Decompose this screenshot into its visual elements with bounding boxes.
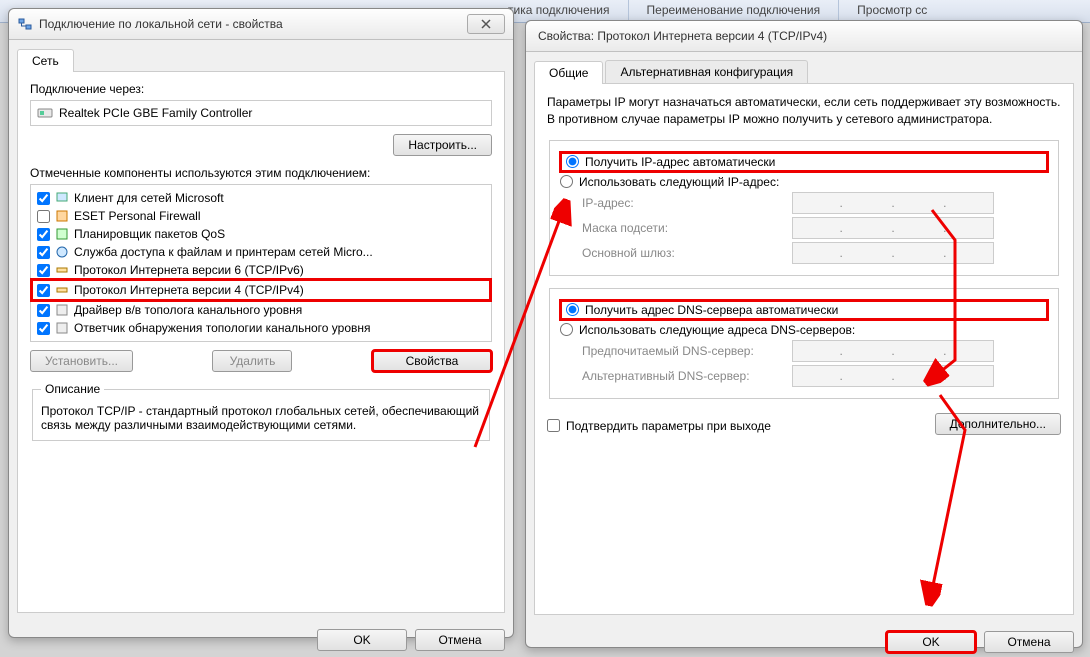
radio-dns-auto[interactable] xyxy=(566,303,579,316)
radio-label: Получить адрес DNS-сервера автоматически xyxy=(585,303,838,317)
component-checkbox[interactable] xyxy=(37,192,50,205)
dns1-label: Предпочитаемый DNS-сервер: xyxy=(582,344,792,358)
gateway-row: Основной шлюз: ... xyxy=(582,242,1048,264)
description-legend: Описание xyxy=(41,382,104,396)
description-text: Протокол TCP/IP - стандартный протокол г… xyxy=(41,404,481,432)
remove-button[interactable]: Удалить xyxy=(212,350,292,372)
tab-network[interactable]: Сеть xyxy=(17,49,74,72)
dns2-row: Альтернативный DNS-сервер: ... xyxy=(582,365,1048,387)
confirm-on-exit-checkbox[interactable] xyxy=(547,419,560,432)
radio-label: Использовать следующие адреса DNS-сервер… xyxy=(579,323,855,337)
adapter-box[interactable]: Realtek PCIe GBE Family Controller xyxy=(30,100,492,126)
lan-properties-window: Подключение по локальной сети - свойства… xyxy=(8,8,514,638)
tab-alternate[interactable]: Альтернативная конфигурация xyxy=(605,60,808,83)
ipv6-icon xyxy=(54,262,70,278)
component-row[interactable]: Служба доступа к файлам и принтерам сете… xyxy=(31,243,491,261)
radio-label: Получить IP-адрес автоматически xyxy=(585,155,775,169)
radio-dns-auto-row[interactable]: Получить адрес DNS-сервера автоматически xyxy=(560,300,1048,320)
component-row[interactable]: Ответчик обнаружения топологии канальног… xyxy=(31,319,491,337)
qos-icon xyxy=(54,226,70,242)
subnet-mask-input[interactable]: ... xyxy=(792,217,994,239)
tab-general[interactable]: Общие xyxy=(534,61,603,84)
radio-ip-auto[interactable] xyxy=(566,155,579,168)
radio-ip-auto-row[interactable]: Получить IP-адрес автоматически xyxy=(560,152,1048,172)
components-list: Клиент для сетей Microsoft ESET Personal… xyxy=(30,184,492,342)
component-checkbox[interactable] xyxy=(37,264,50,277)
client-icon xyxy=(54,190,70,206)
ok-button[interactable]: OK xyxy=(886,631,976,653)
close-button[interactable] xyxy=(467,14,505,34)
component-label: Протокол Интернета версии 4 (TCP/IPv4) xyxy=(74,283,304,297)
confirm-on-exit-row[interactable]: Подтвердить параметры при выходе xyxy=(547,419,771,433)
connect-via-label: Подключение через: xyxy=(30,82,492,96)
ribbon-item[interactable]: Переименование подключения xyxy=(629,0,840,22)
radio-label: Использовать следующий IP-адрес: xyxy=(579,175,779,189)
dns2-input[interactable]: ... xyxy=(792,365,994,387)
component-checkbox[interactable] xyxy=(37,304,50,317)
dns1-input[interactable]: ... xyxy=(792,340,994,362)
component-checkbox[interactable] xyxy=(37,322,50,335)
component-row[interactable]: Планировщик пакетов QoS xyxy=(31,225,491,243)
component-row[interactable]: ESET Personal Firewall xyxy=(31,207,491,225)
component-label: Протокол Интернета версии 6 (TCP/IPv6) xyxy=(74,263,304,277)
ip-address-label: IP-адрес: xyxy=(582,196,792,210)
network-icon xyxy=(17,16,33,32)
radio-ip-manual-row[interactable]: Использовать следующий IP-адрес: xyxy=(560,175,1048,189)
advanced-button[interactable]: Дополнительно... xyxy=(935,413,1061,435)
component-label: Служба доступа к файлам и принтерам сете… xyxy=(74,245,373,259)
component-checkbox[interactable] xyxy=(37,246,50,259)
dns2-label: Альтернативный DNS-сервер: xyxy=(582,369,792,383)
dns1-row: Предпочитаемый DNS-сервер: ... xyxy=(582,340,1048,362)
component-checkbox[interactable] xyxy=(37,210,50,223)
info-text: Параметры IP могут назначаться автоматич… xyxy=(547,94,1061,128)
ipv4-properties-window: Свойства: Протокол Интернета версии 4 (T… xyxy=(525,20,1083,648)
component-row[interactable]: Драйвер в/в тополога канального уровня xyxy=(31,301,491,319)
properties-button[interactable]: Свойства xyxy=(372,350,492,372)
ipv4-icon xyxy=(54,282,70,298)
cancel-button[interactable]: Отмена xyxy=(415,629,505,651)
radio-dns-manual[interactable] xyxy=(560,323,573,336)
gateway-label: Основной шлюз: xyxy=(582,246,792,260)
dns-settings-group: Получить адрес DNS-сервера автоматически… xyxy=(549,288,1059,399)
component-label: Драйвер в/в тополога канального уровня xyxy=(74,303,302,317)
component-row-ipv4[interactable]: Протокол Интернета версии 4 (TCP/IPv4) xyxy=(31,279,491,301)
component-label: ESET Personal Firewall xyxy=(74,209,201,223)
close-icon xyxy=(481,19,491,29)
share-icon xyxy=(54,244,70,260)
ip-settings-group: Получить IP-адрес автоматически Использо… xyxy=(549,140,1059,276)
install-button[interactable]: Установить... xyxy=(30,350,133,372)
cancel-button[interactable]: Отмена xyxy=(984,631,1074,653)
description-group: Описание Протокол TCP/IP - стандартный п… xyxy=(32,382,490,441)
component-row[interactable]: Протокол Интернета версии 6 (TCP/IPv6) xyxy=(31,261,491,279)
gateway-input[interactable]: ... xyxy=(792,242,994,264)
window-title: Подключение по локальной сети - свойства xyxy=(39,17,467,31)
configure-button[interactable]: Настроить... xyxy=(393,134,492,156)
confirm-on-exit-label: Подтвердить параметры при выходе xyxy=(566,419,771,433)
adapter-name: Realtek PCIe GBE Family Controller xyxy=(59,106,252,120)
titlebar: Подключение по локальной сети - свойства xyxy=(9,9,513,40)
components-label: Отмеченные компоненты используются этим … xyxy=(30,166,492,180)
window-title: Свойства: Протокол Интернета версии 4 (T… xyxy=(534,29,1074,43)
component-checkbox[interactable] xyxy=(37,284,50,297)
ip-address-input[interactable]: ... xyxy=(792,192,994,214)
component-label: Ответчик обнаружения топологии канальног… xyxy=(74,321,371,335)
component-label: Клиент для сетей Microsoft xyxy=(74,191,224,205)
titlebar: Свойства: Протокол Интернета версии 4 (T… xyxy=(526,21,1082,52)
adapter-icon xyxy=(37,105,53,121)
radio-dns-manual-row[interactable]: Использовать следующие адреса DNS-сервер… xyxy=(560,323,1048,337)
subnet-mask-label: Маска подсети: xyxy=(582,221,792,235)
radio-ip-manual[interactable] xyxy=(560,175,573,188)
driver-icon xyxy=(54,302,70,318)
component-checkbox[interactable] xyxy=(37,228,50,241)
component-label: Планировщик пакетов QoS xyxy=(74,227,225,241)
ribbon-item[interactable]: Просмотр сс xyxy=(839,0,945,22)
subnet-mask-row: Маска подсети: ... xyxy=(582,217,1048,239)
component-row[interactable]: Клиент для сетей Microsoft xyxy=(31,189,491,207)
ip-address-row: IP-адрес: ... xyxy=(582,192,1048,214)
firewall-icon xyxy=(54,208,70,224)
responder-icon xyxy=(54,320,70,336)
ok-button[interactable]: OK xyxy=(317,629,407,651)
